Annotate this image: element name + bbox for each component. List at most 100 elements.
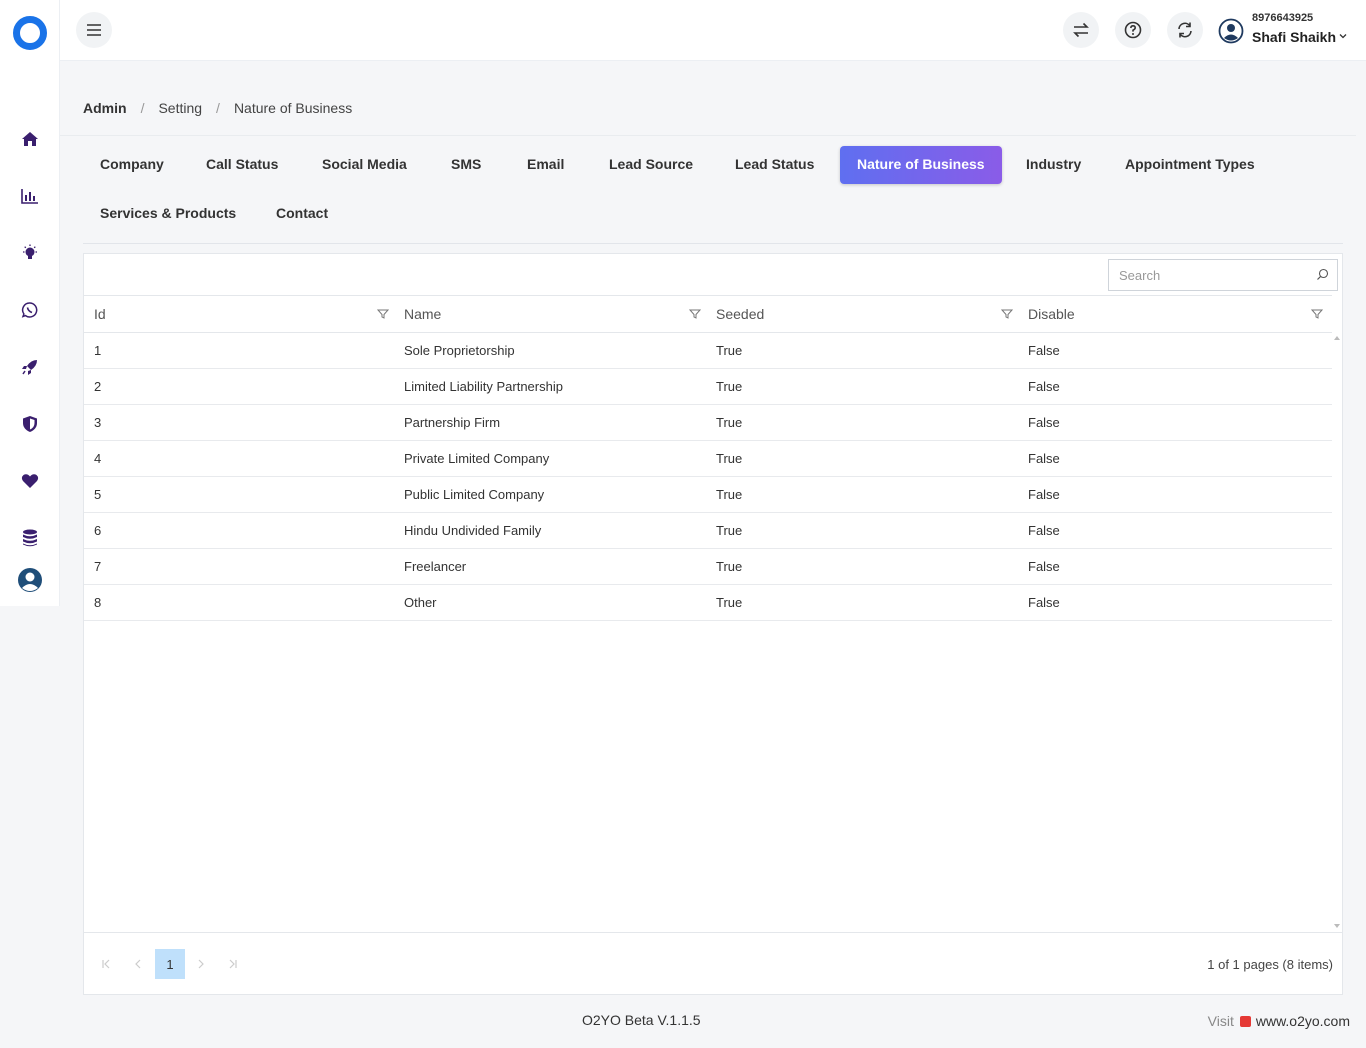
first-page-button[interactable] xyxy=(91,949,121,979)
whatsapp-icon[interactable] xyxy=(18,298,42,322)
table-row[interactable]: 7 Freelancer True False xyxy=(84,549,1332,585)
table-row[interactable]: 8 Other True False xyxy=(84,585,1332,621)
user-phone: 8976643925 xyxy=(1252,12,1314,24)
switch-button[interactable] xyxy=(1063,12,1099,48)
heart-icon[interactable] xyxy=(18,469,42,493)
refresh-button[interactable] xyxy=(1167,12,1203,48)
rocket-icon[interactable] xyxy=(18,355,42,379)
tab-call-status[interactable]: Call Status xyxy=(189,146,295,184)
breadcrumb-current: Nature of Business xyxy=(233,100,353,116)
scroll-down-arrow-icon[interactable] xyxy=(1334,924,1340,928)
app-logo[interactable] xyxy=(13,16,47,50)
page-number-button[interactable]: 1 xyxy=(155,949,185,979)
home-icon[interactable] xyxy=(18,127,42,151)
filter-icon[interactable] xyxy=(1001,308,1013,320)
column-header-seeded[interactable]: Seeded xyxy=(716,296,764,333)
cell-disable: False xyxy=(1028,595,1060,610)
column-header-name[interactable]: Name xyxy=(404,296,441,333)
table-row[interactable]: 2 Limited Liability Partnership True Fal… xyxy=(84,369,1332,405)
breadcrumb-setting[interactable]: Setting xyxy=(158,100,202,116)
cell-name: Other xyxy=(404,595,437,610)
search-icon xyxy=(1317,268,1329,280)
table-row[interactable]: 6 Hindu Undivided Family True False xyxy=(84,513,1332,549)
cell-name: Private Limited Company xyxy=(404,451,550,466)
last-page-button[interactable] xyxy=(218,949,248,979)
cell-disable: False xyxy=(1028,415,1060,430)
shield-icon[interactable] xyxy=(18,412,42,436)
pager: 1 1 of 1 pages (8 items) xyxy=(84,932,1342,994)
table-row[interactable]: 4 Private Limited Company True False xyxy=(84,441,1332,477)
user-name: Shafi Shaikh xyxy=(1252,29,1337,45)
cell-disable: False xyxy=(1028,559,1060,574)
grid-header: Id Name Seeded Disable xyxy=(84,295,1332,333)
breadcrumb-admin[interactable]: Admin xyxy=(83,100,127,116)
search-field[interactable] xyxy=(1108,259,1338,291)
cell-id: 6 xyxy=(94,523,102,538)
table-row[interactable]: 5 Public Limited Company True False xyxy=(84,477,1332,513)
first-page-icon xyxy=(102,959,110,969)
tab-email[interactable]: Email xyxy=(510,146,581,184)
help-button[interactable] xyxy=(1115,12,1151,48)
filter-icon[interactable] xyxy=(1311,308,1323,320)
footer-visit-link[interactable]: Visit www.o2yo.com xyxy=(1208,1013,1350,1029)
tab-industry[interactable]: Industry xyxy=(1009,146,1098,184)
scroll-up-arrow-icon[interactable] xyxy=(1334,336,1340,340)
o2yo-brand-icon xyxy=(1239,1015,1251,1027)
cell-name: Sole Proprietorship xyxy=(404,343,515,358)
next-page-icon xyxy=(198,959,204,969)
cell-seeded: True xyxy=(716,595,743,610)
cell-id: 8 xyxy=(94,595,102,610)
cell-id: 7 xyxy=(94,559,102,574)
cell-name: Hindu Undivided Family xyxy=(404,523,542,538)
next-page-button[interactable] xyxy=(186,949,216,979)
pager-info: 1 of 1 pages (8 items) xyxy=(1207,957,1333,972)
table-row[interactable]: 1 Sole Proprietorship True False xyxy=(84,333,1332,369)
chevron-down-icon xyxy=(1339,34,1347,39)
cell-disable: False xyxy=(1028,487,1060,502)
vertical-scrollbar[interactable] xyxy=(1331,333,1342,933)
divider xyxy=(83,243,1343,244)
column-header-disable[interactable]: Disable xyxy=(1028,296,1075,333)
breadcrumb-separator: / xyxy=(216,100,220,116)
cell-name: Limited Liability Partnership xyxy=(404,379,563,394)
search-input[interactable] xyxy=(1109,260,1309,290)
tab-contact[interactable]: Contact xyxy=(259,195,345,233)
tab-lead-status[interactable]: Lead Status xyxy=(718,146,831,184)
cell-seeded: True xyxy=(716,415,743,430)
sidebar xyxy=(0,0,60,606)
database-icon[interactable] xyxy=(18,526,42,550)
table-row[interactable]: 3 Partnership Firm True False xyxy=(84,405,1332,441)
filter-icon[interactable] xyxy=(689,308,701,320)
visit-label: Visit xyxy=(1207,1013,1234,1029)
tab-company[interactable]: Company xyxy=(83,146,181,184)
tab-lead-source[interactable]: Lead Source xyxy=(592,146,710,184)
tab-appointment-types[interactable]: Appointment Types xyxy=(1108,146,1272,184)
cell-seeded: True xyxy=(716,451,743,466)
swap-icon xyxy=(1073,22,1089,38)
tab-social-media[interactable]: Social Media xyxy=(305,146,424,184)
tab-nature-of-business[interactable]: Nature of Business xyxy=(840,146,1002,184)
cell-id: 4 xyxy=(94,451,102,466)
top-header: 8976643925 Shafi Shaikh xyxy=(60,0,1366,61)
user-circle-icon[interactable] xyxy=(16,566,44,594)
cell-disable: False xyxy=(1028,451,1060,466)
cell-id: 3 xyxy=(94,415,102,430)
bar-chart-icon[interactable] xyxy=(18,184,42,208)
cell-id: 1 xyxy=(94,343,102,358)
tab-sms[interactable]: SMS xyxy=(434,146,498,184)
help-icon xyxy=(1124,21,1142,39)
tab-services-products[interactable]: Services & Products xyxy=(83,195,253,233)
column-header-id[interactable]: Id xyxy=(94,296,106,333)
lightbulb-icon[interactable] xyxy=(18,241,42,265)
prev-page-icon xyxy=(135,959,141,969)
filter-icon[interactable] xyxy=(377,308,389,320)
cell-disable: False xyxy=(1028,343,1060,358)
breadcrumb: Admin / Setting / Nature of Business xyxy=(83,100,352,116)
hamburger-icon xyxy=(87,24,101,36)
prev-page-button[interactable] xyxy=(123,949,153,979)
breadcrumb-separator: / xyxy=(140,100,145,116)
footer-version: O2YO Beta V.1.1.5 xyxy=(582,1012,701,1028)
visit-url[interactable]: www.o2yo.com xyxy=(1256,1013,1350,1029)
divider xyxy=(60,135,1356,136)
hamburger-menu-button[interactable] xyxy=(76,12,112,48)
